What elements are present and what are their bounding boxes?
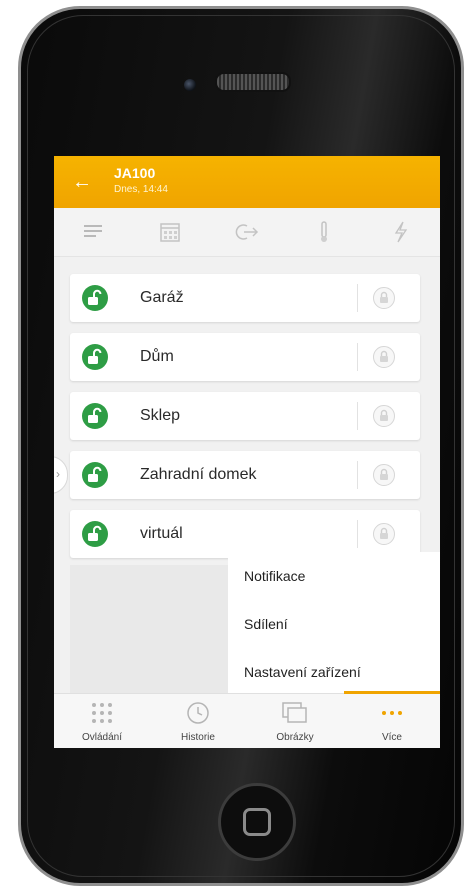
lock-icon[interactable] <box>373 346 395 368</box>
menu-backdrop <box>70 565 228 693</box>
device-label: virtuál <box>140 525 183 542</box>
unlocked-icon[interactable] <box>82 462 108 488</box>
back-arrow-icon[interactable]: ← <box>72 170 92 194</box>
list-item[interactable]: Dům <box>70 333 420 381</box>
lock-icon[interactable] <box>373 405 395 427</box>
tab-control[interactable]: Ovládání <box>54 694 150 748</box>
tab-label: Obrázky <box>276 732 314 743</box>
device-label: Garáž <box>140 289 184 306</box>
home-button[interactable] <box>218 783 296 861</box>
home-square-icon <box>243 808 271 836</box>
page-subtitle: Dnes, 14:44 <box>114 184 168 195</box>
front-camera <box>184 79 196 91</box>
list-item[interactable]: Zahradní domek <box>70 451 420 499</box>
tab-more[interactable]: Více <box>344 694 440 748</box>
unlocked-icon[interactable] <box>82 521 108 547</box>
app-screen: ← JA100 Dnes, 14:44 Garáž Dům Sklep Zahr… <box>54 156 440 748</box>
more-menu: Notifikace Sdílení Nastavení zařízení <box>228 552 440 693</box>
divider <box>357 284 358 312</box>
calendar-icon[interactable] <box>150 217 190 247</box>
lock-icon[interactable] <box>373 523 395 545</box>
clock-icon <box>183 701 213 725</box>
unlocked-icon[interactable] <box>82 344 108 370</box>
bottom-navigation: Ovládání Historie Obrázky Více <box>54 691 440 748</box>
tab-label: Historie <box>181 732 215 743</box>
drawer-handle-chevron-icon[interactable]: › <box>54 456 68 494</box>
exit-icon[interactable] <box>227 217 267 247</box>
divider <box>357 343 358 371</box>
list-item[interactable]: Garáž <box>70 274 420 322</box>
lock-icon[interactable] <box>373 464 395 486</box>
device-label: Sklep <box>140 407 181 424</box>
tab-label: Více <box>381 732 402 743</box>
device-label: Zahradní domek <box>140 466 257 483</box>
page-title: JA100 <box>114 165 156 181</box>
divider <box>357 520 358 548</box>
list-item[interactable]: Sklep <box>70 392 420 440</box>
divider <box>357 461 358 489</box>
earpiece-speaker <box>215 72 291 92</box>
lightning-icon[interactable] <box>381 217 421 247</box>
filter-bar <box>54 208 440 257</box>
unlocked-icon[interactable] <box>82 403 108 429</box>
lock-icon[interactable] <box>373 287 395 309</box>
list-icon[interactable] <box>73 217 113 247</box>
more-dots-icon <box>377 701 407 725</box>
list-item[interactable]: virtuál <box>70 510 420 558</box>
tab-history[interactable]: Historie <box>150 694 246 748</box>
device-label: Dům <box>140 348 174 365</box>
device-list: Garáž Dům Sklep Zahradní domek virtuál <box>70 274 420 569</box>
unlocked-icon[interactable] <box>82 285 108 311</box>
menu-item-notifications[interactable]: Notifikace <box>244 568 305 584</box>
thermometer-icon[interactable] <box>304 217 344 247</box>
tab-label: Ovládání <box>81 732 123 743</box>
app-bar: ← JA100 Dnes, 14:44 <box>54 156 440 208</box>
grid-icon <box>87 701 117 725</box>
menu-item-device-settings[interactable]: Nastavení zařízení <box>244 664 361 680</box>
images-icon <box>280 701 310 725</box>
divider <box>357 402 358 430</box>
menu-item-sharing[interactable]: Sdílení <box>244 616 288 632</box>
tab-images[interactable]: Obrázky <box>247 694 343 748</box>
